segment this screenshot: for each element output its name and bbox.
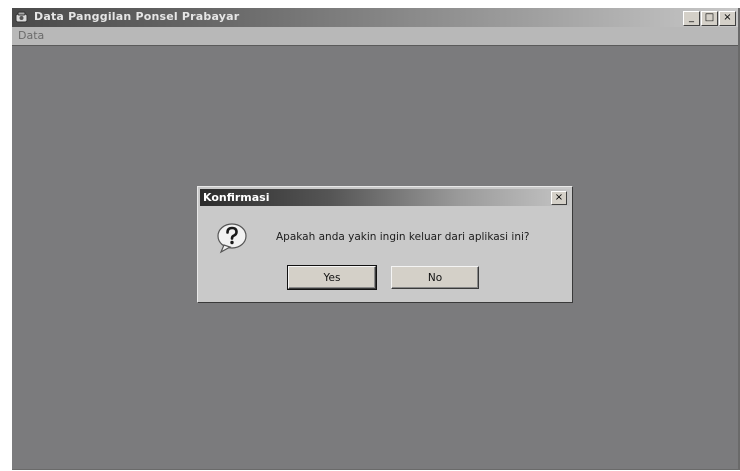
dialog-title-bar[interactable]: Konfirmasi × bbox=[200, 189, 570, 206]
window-title: Data Panggilan Ponsel Prabayar bbox=[34, 10, 240, 23]
dialog-message: Apakah anda yakin ingin keluar dari apli… bbox=[276, 231, 530, 243]
phone-app-icon bbox=[15, 11, 28, 23]
close-button[interactable]: × bbox=[719, 11, 736, 26]
minimize-button[interactable]: _ bbox=[683, 11, 700, 26]
yes-button[interactable]: Yes bbox=[287, 265, 377, 290]
menu-bar: Data bbox=[12, 27, 738, 45]
title-bar[interactable]: Data Panggilan Ponsel Prabayar _ □ × bbox=[12, 8, 738, 27]
caption-buttons: _ □ × bbox=[683, 11, 736, 26]
maximize-button[interactable]: □ bbox=[701, 11, 718, 26]
question-icon bbox=[217, 223, 247, 254]
confirm-dialog: Konfirmasi × Apakah anda yakin ingin kel… bbox=[197, 186, 573, 303]
dialog-title: Konfirmasi bbox=[203, 191, 270, 204]
dialog-close-button[interactable]: × bbox=[551, 191, 567, 205]
menu-item-data[interactable]: Data bbox=[18, 29, 44, 42]
no-button[interactable]: No bbox=[391, 266, 479, 289]
